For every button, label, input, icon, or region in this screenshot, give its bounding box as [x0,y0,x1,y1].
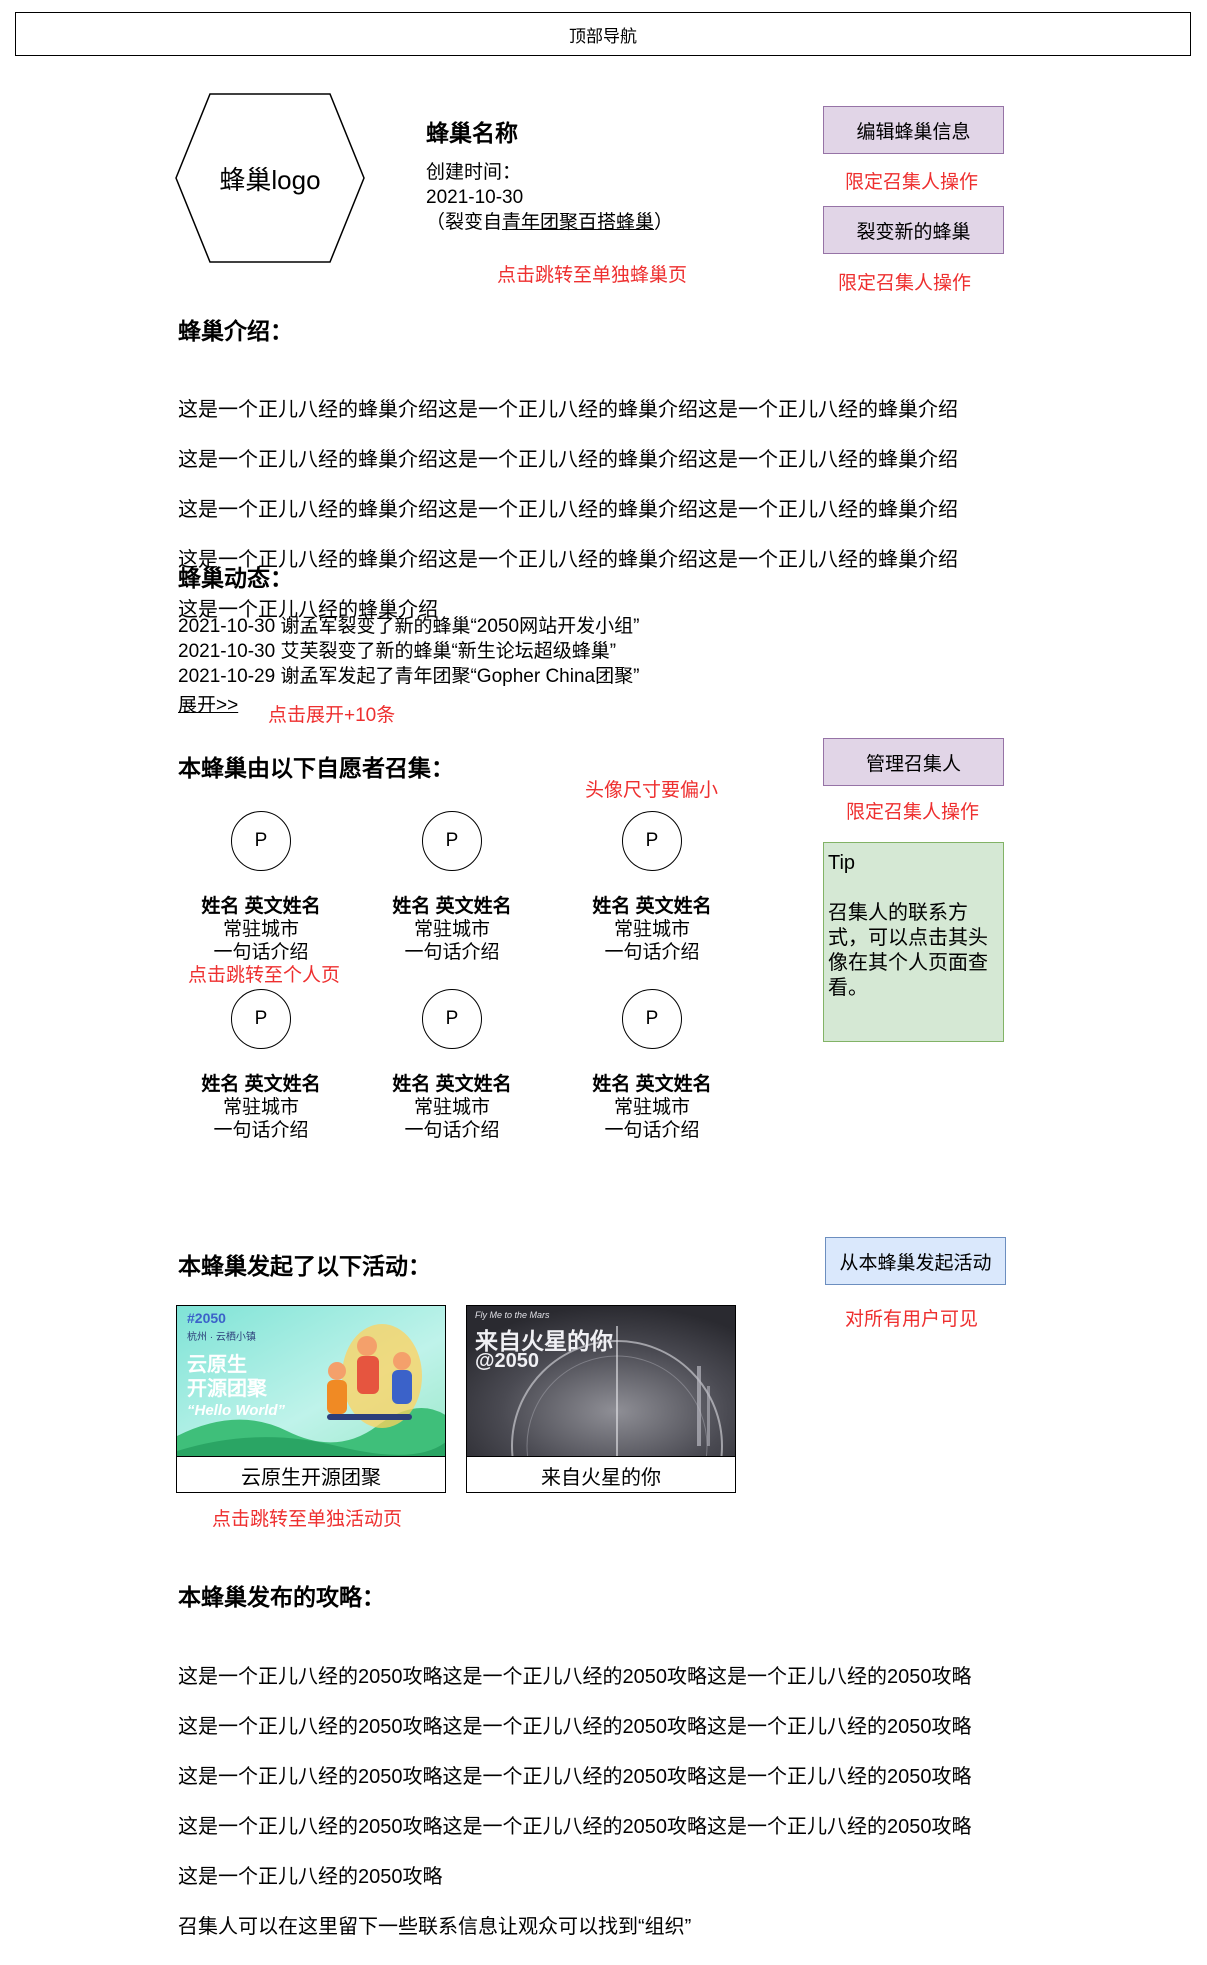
edit-permission-note: 限定召集人操作 [845,172,979,193]
guide-line: 这是一个正儿八经的2050攻略这是一个正儿八经的2050攻略这是一个正儿八经的2… [178,1766,972,1788]
convener-name: 姓名 英文姓名 [592,896,712,917]
avatar[interactable]: P [231,811,291,871]
convener-bio: 一句话介绍 [404,1120,500,1141]
convener-card[interactable]: P 姓名 英文姓名 常驻城市 一句话介绍 [367,989,537,1142]
guide-line: 这是一个正儿八经的2050攻略 [178,1866,443,1888]
hive-name: 蜂巢名称 [426,120,518,146]
convener-name: 姓名 英文姓名 [201,896,321,917]
convener-city: 常驻城市 [222,919,299,940]
forked-from-link[interactable]: 青年团聚百搭蜂巢 [502,212,654,233]
avatar[interactable]: P [231,989,291,1049]
tip-title: Tip [828,852,856,874]
tip-box: Tip 召集人的联系方式，可以点击其头像在其个人页面查看。 [823,842,1004,1042]
person-jump-note: 点击跳转至个人页 [188,965,341,986]
convener-card[interactable]: P 姓名 英文姓名 常驻城市 一句话介绍 [567,811,737,964]
avatar-size-note: 头像尺寸要偏小 [585,780,719,801]
convener-card[interactable]: P 姓名 英文姓名 常驻城市 一句话介绍 [367,811,537,964]
intro-line: 这是一个正儿八经的蜂巢介绍这是一个正儿八经的蜂巢介绍这是一个正儿八经的蜂巢介绍 [178,499,958,521]
hive-logo-label: 蜂巢logo [219,164,321,195]
intro-text: 这是一个正儿八经的蜂巢介绍这是一个正儿八经的蜂巢介绍这是一个正儿八经的蜂巢介绍 … [178,373,958,648]
convener-card[interactable]: P 姓名 英文姓名 常驻城市 一句话介绍 [176,811,346,964]
manage-permission-note: 限定召集人操作 [846,802,980,823]
intro-title: 蜂巢介绍： [178,318,293,344]
feed-title: 蜂巢动态： [178,565,293,591]
guide-line: 这是一个正儿八经的2050攻略这是一个正儿八经的2050攻略这是一个正儿八经的2… [178,1816,972,1838]
created-label: 创建时间： [426,162,522,183]
poster-sub: 杭州 · 云栖小镇 [187,1332,256,1343]
forked-from: （裂变自青年团聚百搭蜂巢） [426,210,673,235]
activity-jump-note: 点击跳转至单独活动页 [212,1509,403,1530]
start-activity-button[interactable]: 从本蜂巢发起活动 [825,1237,1006,1285]
avatar[interactable]: P [422,811,482,871]
forked-suffix: ） [654,212,674,233]
intro-line: 这是一个正儿八经的蜂巢介绍这是一个正儿八经的蜂巢介绍这是一个正儿八经的蜂巢介绍 [178,449,958,471]
convener-city: 常驻城市 [413,919,490,940]
hive-meta: 创建时间： 2021-10-30 （裂变自青年团聚百搭蜂巢） [426,160,673,235]
poster-badge: #2050 [187,1310,226,1326]
fork-permission-note: 限定召集人操作 [838,273,972,294]
guides-text: 这是一个正儿八经的2050攻略这是一个正儿八经的2050攻略这是一个正儿八经的2… [178,1640,971,1965]
feed-expand-note: 点击展开+10条 [268,705,396,726]
convener-city: 常驻城市 [613,1097,690,1118]
poster-line2: @2050 [475,1350,539,1372]
avatar[interactable]: P [622,989,682,1049]
forked-prefix: （裂变自 [426,212,503,233]
guide-line: 这是一个正儿八经的2050攻略这是一个正儿八经的2050攻略这是一个正儿八经的2… [178,1716,972,1738]
convener-bio: 一句话介绍 [604,942,700,963]
created-date: 2021-10-30 [426,187,524,208]
intro-line: 这是一个正儿八经的蜂巢介绍这是一个正儿八经的蜂巢介绍这是一个正儿八经的蜂巢介绍 [178,399,958,421]
feed-item: 2021-10-29 谢孟军发起了青年团聚“Gopher China团聚” [178,666,640,687]
top-navigation[interactable]: 顶部导航 [15,12,1191,56]
convener-card[interactable]: P 姓名 英文姓名 常驻城市 一句话介绍 [567,989,737,1142]
poster-line3: “Hello World” [187,1402,286,1419]
feed-list: 2021-10-30 谢孟军裂变了新的蜂巢“2050网站开发小组” 2021-1… [178,614,639,689]
guides-title: 本蜂巢发布的攻略： [178,1584,385,1610]
activity-caption[interactable]: 来自火星的你 [467,1456,735,1493]
activity-card[interactable]: #2050 杭州 · 云栖小镇 云原生 开源团聚 “Hello World” 云… [176,1305,446,1493]
hive-jump-note: 点击跳转至单独蜂巢页 [497,265,688,286]
conveners-title: 本蜂巢由以下自愿者召集： [178,755,454,781]
convener-bio: 一句话介绍 [404,942,500,963]
convener-card[interactable]: P 姓名 英文姓名 常驻城市 一句话介绍 [176,989,346,1142]
convener-name: 姓名 英文姓名 [392,896,512,917]
convener-bio: 一句话介绍 [604,1120,700,1141]
feed-expand-link[interactable]: 展开>> [178,690,238,717]
convener-city: 常驻城市 [413,1097,490,1118]
convener-city: 常驻城市 [613,919,690,940]
avatar[interactable]: P [422,989,482,1049]
guide-line: 召集人可以在这里留下一些联系信息让观众可以找到“组织” [178,1916,692,1938]
fork-hive-button[interactable]: 裂变新的蜂巢 [823,206,1004,254]
feed-item: 2021-10-30 谢孟军裂变了新的蜂巢“2050网站开发小组” [178,616,640,637]
convener-city: 常驻城市 [222,1097,299,1118]
tip-body: 召集人的联系方式，可以点击其头像在其个人页面查看。 [828,902,988,999]
convener-bio: 一句话介绍 [213,1120,309,1141]
poster-small: Fly Me to the Mars [475,1310,550,1320]
activity-caption[interactable]: 云原生开源团聚 [177,1456,445,1493]
activities-title: 本蜂巢发起了以下活动： [178,1253,431,1279]
poster-line2: 开源团聚 [187,1378,267,1400]
feed-item: 2021-10-30 艾芙裂变了新的蜂巢“新生论坛超级蜂巢” [178,641,617,662]
activity-card[interactable]: Fly Me to the Mars 来自火星的你 @2050 来自火星的你 [466,1305,736,1493]
edit-hive-button[interactable]: 编辑蜂巢信息 [823,106,1004,154]
convener-name: 姓名 英文姓名 [201,1074,321,1095]
convener-name: 姓名 英文姓名 [592,1074,712,1095]
avatar[interactable]: P [622,811,682,871]
manage-conveners-button[interactable]: 管理召集人 [823,738,1004,786]
activity-visibility-note: 对所有用户可见 [845,1309,979,1330]
convener-name: 姓名 英文姓名 [392,1074,512,1095]
guide-line: 这是一个正儿八经的2050攻略这是一个正儿八经的2050攻略这是一个正儿八经的2… [178,1666,972,1688]
intro-line: 这是一个正儿八经的蜂巢介绍这是一个正儿八经的蜂巢介绍这是一个正儿八经的蜂巢介绍 [178,549,958,571]
